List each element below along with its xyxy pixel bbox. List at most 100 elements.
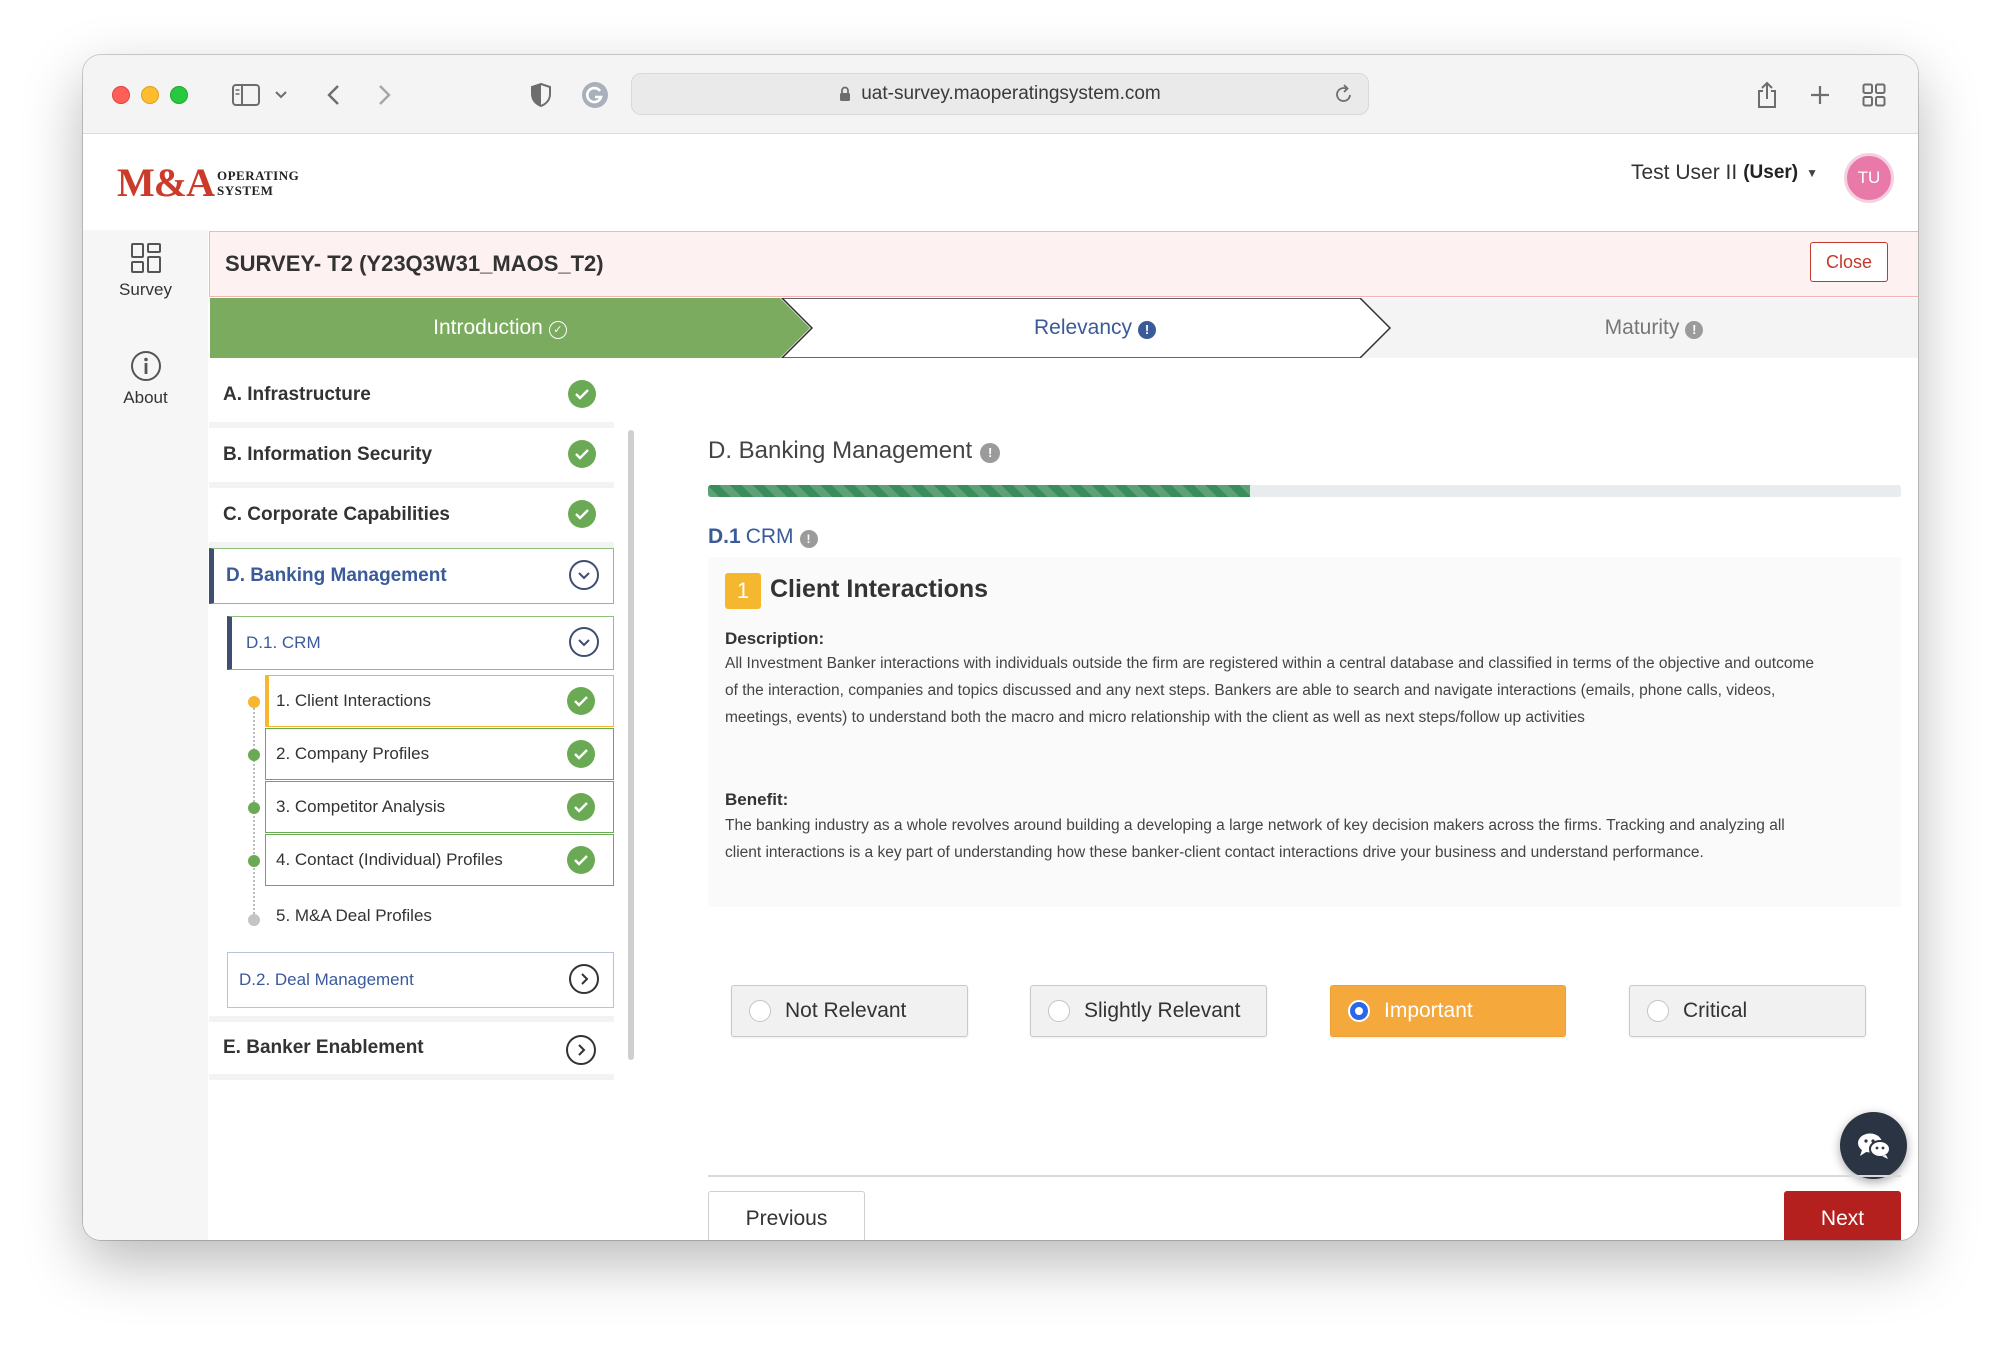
logo-sub-text: OPERATING SYSTEM	[217, 168, 299, 198]
section-label: C. Corporate Capabilities	[223, 504, 450, 525]
alert-icon: !	[1685, 320, 1704, 339]
section-item-corporate-capabilities[interactable]: C. Corporate Capabilities	[209, 488, 614, 548]
forward-icon[interactable]	[373, 77, 397, 113]
reload-icon[interactable]	[1334, 83, 1354, 105]
minimize-window-button[interactable]	[141, 86, 159, 104]
info-icon	[83, 350, 208, 382]
subsection-code: D.1	[708, 525, 741, 548]
question-item-company-profiles[interactable]: 2. Company Profiles	[265, 728, 614, 780]
subsection-item-crm[interactable]: D.1. CRM	[227, 616, 614, 670]
status-dot	[248, 802, 260, 814]
question-label: 4. Contact (Individual) Profiles	[276, 850, 503, 869]
section-item-banking-management[interactable]: D. Banking Management	[209, 548, 614, 604]
section-label: A. Infrastructure	[223, 384, 371, 405]
section-label: E. Banker Enablement	[223, 1037, 424, 1058]
subsection-label: D.1. CRM	[246, 633, 321, 652]
question-item-contact-profiles[interactable]: 4. Contact (Individual) Profiles	[265, 834, 614, 886]
section-heading-prefix: D.	[708, 437, 732, 464]
benefit-text: The banking industry as a whole revolves…	[725, 817, 1785, 861]
benefit-label: Benefit:	[725, 790, 789, 809]
alert-icon: !	[799, 529, 818, 548]
previous-button[interactable]: Previous	[708, 1191, 865, 1240]
avatar[interactable]: TU	[1844, 153, 1894, 203]
question-card: 1 Client Interactions Description: All I…	[708, 557, 1901, 907]
status-dot	[248, 696, 260, 708]
chat-button[interactable]	[1840, 1112, 1907, 1179]
option-important[interactable]: Important	[1330, 985, 1566, 1037]
next-button[interactable]: Next	[1784, 1191, 1901, 1240]
user-menu[interactable]: Test User II (User) ▼	[1631, 161, 1818, 185]
chevron-down-icon	[569, 560, 599, 590]
left-nav: Survey About	[83, 230, 208, 1240]
app-logo[interactable]: M&A OPERATING SYSTEM	[117, 159, 299, 206]
url-text: uat-survey.maoperatingsystem.com	[861, 83, 1161, 104]
radio-button[interactable]	[749, 1000, 771, 1022]
sidebar-scrollbar[interactable]	[628, 430, 634, 1060]
section-item-infrastructure[interactable]: A. Infrastructure	[209, 368, 614, 428]
close-window-button[interactable]	[112, 86, 130, 104]
question-item-competitor-analysis[interactable]: 3. Competitor Analysis	[265, 781, 614, 833]
nav-item-about[interactable]: About	[83, 350, 208, 408]
status-dot	[248, 749, 260, 761]
question-label: 2. Company Profiles	[276, 744, 430, 763]
description-label: Description:	[725, 629, 825, 648]
user-role: (User)	[1743, 162, 1799, 183]
radio-button-selected[interactable]	[1348, 1000, 1370, 1022]
section-heading: D. Banking Management !	[708, 437, 1001, 465]
logo-main-text: M&A	[117, 160, 215, 205]
close-button[interactable]: Close	[1810, 242, 1888, 282]
section-heading-title: Banking Management	[738, 437, 973, 464]
question-label: 5. M&A Deal Profiles	[276, 906, 432, 925]
step-maturity[interactable]: Maturity !	[1390, 298, 1918, 358]
step-introduction[interactable]: Introduction ✓	[210, 298, 790, 358]
section-item-banker-enablement[interactable]: E. Banker Enablement	[209, 1016, 614, 1080]
option-not-relevant[interactable]: Not Relevant	[731, 985, 968, 1037]
option-critical[interactable]: Critical	[1629, 985, 1866, 1037]
option-label: Not Relevant	[785, 999, 907, 1022]
section-tree: A. Infrastructure B. Information Securit…	[209, 368, 624, 1208]
nav-label-survey: Survey	[119, 280, 172, 299]
section-label: D. Banking Management	[226, 565, 447, 586]
back-icon[interactable]	[321, 77, 345, 113]
chat-icon	[1857, 1133, 1891, 1159]
alert-icon: !	[980, 442, 1001, 463]
maximize-window-button[interactable]	[170, 86, 188, 104]
address-bar[interactable]: uat-survey.maoperatingsystem.com	[631, 73, 1369, 115]
footer-divider	[708, 1175, 1901, 1177]
progress-fill	[708, 485, 1250, 497]
chevron-right-icon	[569, 964, 599, 994]
option-slightly-relevant[interactable]: Slightly Relevant	[1030, 985, 1267, 1037]
description-text: All Investment Banker interactions with …	[725, 655, 1815, 726]
nav-label-about: About	[123, 388, 168, 407]
radio-button[interactable]	[1048, 1000, 1070, 1022]
app-container: M&A OPERATING SYSTEM Test User II (User)…	[83, 135, 1918, 1240]
survey-header: SURVEY- T2 (Y23Q3W31_MAOS_T2) Close	[209, 231, 1918, 297]
chevron-right-icon	[566, 1035, 596, 1065]
chevron-down-icon[interactable]	[271, 77, 291, 113]
section-item-information-security[interactable]: B. Information Security	[209, 428, 614, 488]
browser-window: uat-survey.maoperatingsystem.com M&A OPE…	[83, 55, 1918, 1240]
question-item-deal-profiles[interactable]: 5. M&A Deal Profiles	[265, 890, 614, 942]
nav-item-survey[interactable]: Survey	[83, 242, 208, 300]
step-relevancy[interactable]: Relevancy !	[810, 298, 1380, 358]
share-icon[interactable]	[1753, 77, 1781, 113]
subsection-item-deal-management[interactable]: D.2. Deal Management	[227, 952, 614, 1008]
alert-icon: !	[1138, 320, 1157, 339]
option-label: Slightly Relevant	[1084, 999, 1241, 1022]
question-item-client-interactions[interactable]: 1. Client Interactions	[265, 675, 614, 727]
step-label-maturity: Maturity	[1604, 316, 1680, 339]
step-label-introduction: Introduction	[433, 316, 543, 339]
shield-icon[interactable]	[528, 77, 554, 113]
check-circle-icon: ✓	[548, 320, 567, 339]
grammarly-icon[interactable]	[580, 77, 610, 113]
check-circle-icon	[568, 380, 596, 408]
check-circle-icon	[568, 440, 596, 468]
radio-button[interactable]	[1647, 1000, 1669, 1022]
tab-overview-icon[interactable]	[1860, 77, 1888, 113]
question-label: 3. Competitor Analysis	[276, 797, 446, 816]
question-number: 1	[725, 573, 761, 609]
new-tab-icon[interactable]	[1806, 77, 1834, 113]
question-title: Client Interactions	[770, 575, 989, 603]
sidebar-toggle-icon[interactable]	[228, 77, 264, 113]
subsection-name: CRM	[745, 525, 794, 548]
